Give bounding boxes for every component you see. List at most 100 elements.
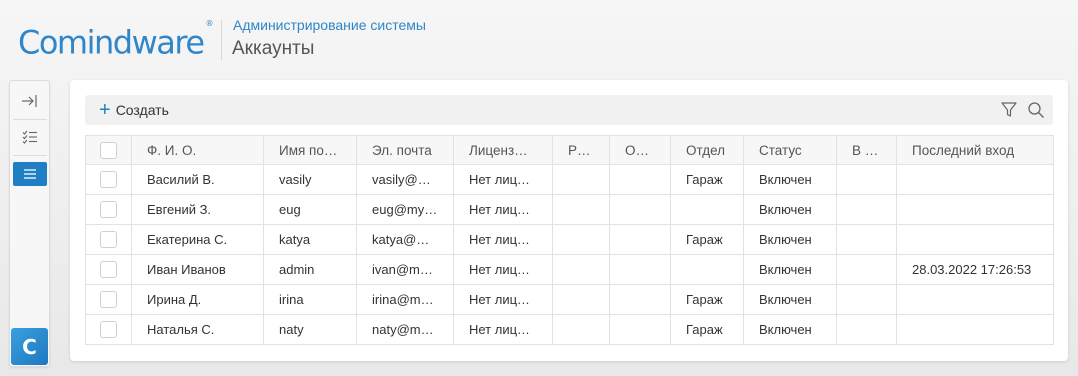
filter-icon[interactable] — [1000, 101, 1018, 119]
cell-status: Включен — [743, 164, 837, 195]
cell-full-name: Екатерина С. — [131, 224, 264, 255]
column-header-o[interactable]: О… — [609, 135, 671, 165]
cell-v — [836, 254, 897, 285]
cell-license: Нет лице… — [453, 194, 553, 225]
cell-full-name: Ирина Д. — [131, 284, 264, 315]
cell-email: naty@m… — [356, 314, 454, 345]
breadcrumb-system-administration[interactable]: Администрирование системы — [233, 17, 426, 33]
cell-license: Нет лице… — [453, 224, 553, 255]
table-header-row: Ф. И. О. Имя по… Эл. почта Лиценз… Ру… О… — [85, 135, 1054, 165]
sidebar-item-lists[interactable] — [13, 162, 47, 186]
cell-status: Включен — [743, 224, 837, 255]
cell-last-login: 28.03.2022 17:26:53 — [896, 254, 1054, 285]
registered-mark: ® — [205, 19, 214, 28]
cell-o — [609, 224, 671, 255]
create-button[interactable]: + Создать — [99, 100, 169, 120]
cell-license: Нет лице… — [453, 314, 553, 345]
table-row[interactable]: Наталья С. naty naty@m… Нет лице… Гараж … — [85, 314, 1054, 345]
column-header-license[interactable]: Лиценз… — [453, 135, 553, 165]
cell-email: ivan@m… — [356, 254, 454, 285]
sidebar-item-tasks[interactable] — [13, 125, 47, 149]
cell-full-name: Василий В. — [131, 164, 264, 195]
cell-username: vasily — [263, 164, 357, 195]
row-checkbox[interactable] — [100, 231, 117, 249]
cell-full-name: Евгений З. — [131, 194, 264, 225]
cell-username: katya — [263, 224, 357, 255]
row-checkbox[interactable] — [100, 201, 117, 219]
cell-license: Нет лице… — [453, 254, 553, 285]
header-divider — [221, 20, 222, 60]
cell-department — [670, 254, 744, 285]
list-icon — [24, 169, 36, 179]
cell-manager — [552, 224, 610, 255]
cell-department: Гараж — [670, 314, 744, 345]
table-row[interactable]: Иван Иванов admin ivan@m… Нет лице… Вклю… — [85, 254, 1054, 285]
row-select-cell — [85, 164, 132, 195]
cell-manager — [552, 314, 610, 345]
cell-email: eug@my… — [356, 194, 454, 225]
column-header-v[interactable]: В … — [836, 135, 897, 165]
row-checkbox[interactable] — [100, 321, 117, 339]
row-checkbox[interactable] — [100, 171, 117, 189]
cell-last-login — [896, 164, 1054, 195]
cell-username: irina — [263, 284, 357, 315]
column-header-status[interactable]: Статус — [743, 135, 837, 165]
column-header-email[interactable]: Эл. почта — [356, 135, 454, 165]
row-checkbox[interactable] — [100, 291, 117, 309]
cell-license: Нет лице… — [453, 164, 553, 195]
table-row[interactable]: Евгений З. eug eug@my… Нет лице… Включен — [85, 194, 1054, 225]
table-row[interactable]: Ирина Д. irina irina@m… Нет лице… Гараж … — [85, 284, 1054, 315]
comindware-app-icon[interactable]: C — [11, 328, 48, 365]
cell-department: Гараж — [670, 164, 744, 195]
row-select-cell — [85, 254, 132, 285]
column-header-username[interactable]: Имя по… — [263, 135, 357, 165]
cell-v — [836, 224, 897, 255]
column-header-department[interactable]: Отдел — [670, 135, 744, 165]
page-title: Аккаунты — [232, 38, 315, 59]
cell-username: eug — [263, 194, 357, 225]
cell-department — [670, 194, 744, 225]
column-header-manager[interactable]: Ру… — [552, 135, 610, 165]
cell-status: Включен — [743, 194, 837, 225]
cell-v — [836, 194, 897, 225]
collapse-sidebar-button[interactable] — [13, 89, 47, 113]
cell-o — [609, 314, 671, 345]
column-header-full-name[interactable]: Ф. И. О. — [131, 135, 264, 165]
cell-username: naty — [263, 314, 357, 345]
cell-username: admin — [263, 254, 357, 285]
cell-manager — [552, 194, 610, 225]
row-checkbox[interactable] — [100, 261, 117, 279]
cell-v — [836, 164, 897, 195]
table-row[interactable]: Екатерина С. katya katya@… Нет лице… Гар… — [85, 224, 1054, 255]
cell-email: irina@m… — [356, 284, 454, 315]
search-icon[interactable] — [1027, 101, 1045, 119]
cell-o — [609, 254, 671, 285]
cell-v — [836, 314, 897, 345]
checklist-icon — [22, 130, 37, 144]
select-all-checkbox[interactable] — [100, 141, 117, 159]
cell-last-login — [896, 194, 1054, 225]
cell-license: Нет лице… — [453, 284, 553, 315]
app-header: Comindware® Администрирование системы Ак… — [0, 0, 1078, 78]
left-sidebar: C — [9, 80, 50, 367]
toolbar: + Создать — [85, 95, 1053, 125]
cell-email: katya@… — [356, 224, 454, 255]
column-header-last-login[interactable]: Последний вход — [896, 135, 1054, 165]
plus-icon: + — [99, 99, 111, 121]
comindware-logo[interactable]: Comindware® — [18, 19, 214, 63]
cell-manager — [552, 284, 610, 315]
row-select-cell — [85, 284, 132, 315]
accounts-panel: + Создать Ф. И. О. Имя по… Эл. почта Лиц… — [70, 80, 1068, 361]
cell-department: Гараж — [670, 284, 744, 315]
sidebar-separator — [13, 119, 47, 120]
cell-status: Включен — [743, 254, 837, 285]
create-button-label: Создать — [115, 102, 169, 118]
table-row[interactable]: Василий В. vasily vasily@… Нет лице… Гар… — [85, 164, 1054, 195]
cell-last-login — [896, 224, 1054, 255]
cell-last-login — [896, 314, 1054, 345]
sidebar-separator — [13, 155, 47, 156]
cell-o — [609, 194, 671, 225]
cell-status: Включен — [743, 284, 837, 315]
row-select-cell — [85, 194, 132, 225]
logo-text: Comindware — [18, 23, 205, 62]
